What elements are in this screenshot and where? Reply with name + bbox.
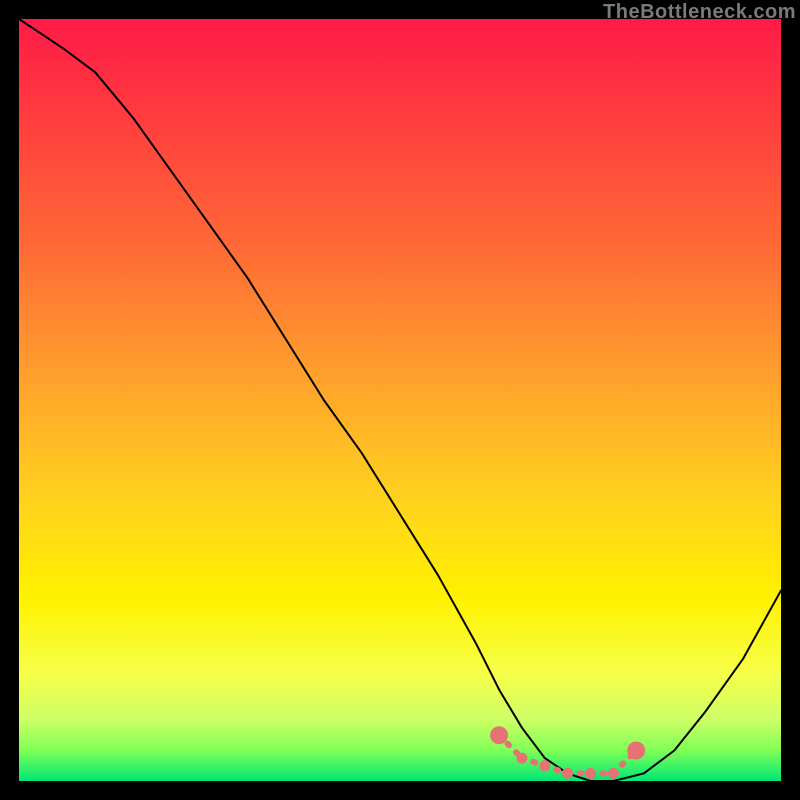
plot-area: [19, 19, 781, 781]
chart-overlay: [19, 19, 781, 781]
valley-dot: [562, 768, 573, 779]
valley-dot: [539, 760, 550, 771]
valley-dots-group: [490, 726, 645, 779]
valley-dot: [516, 753, 527, 764]
valley-dot: [490, 726, 508, 744]
bottleneck-curve: [19, 19, 781, 781]
valley-dot: [585, 768, 596, 779]
valley-dot: [608, 768, 619, 779]
valley-dot: [627, 742, 645, 760]
chart-stage: TheBottleneck.com: [0, 0, 800, 800]
